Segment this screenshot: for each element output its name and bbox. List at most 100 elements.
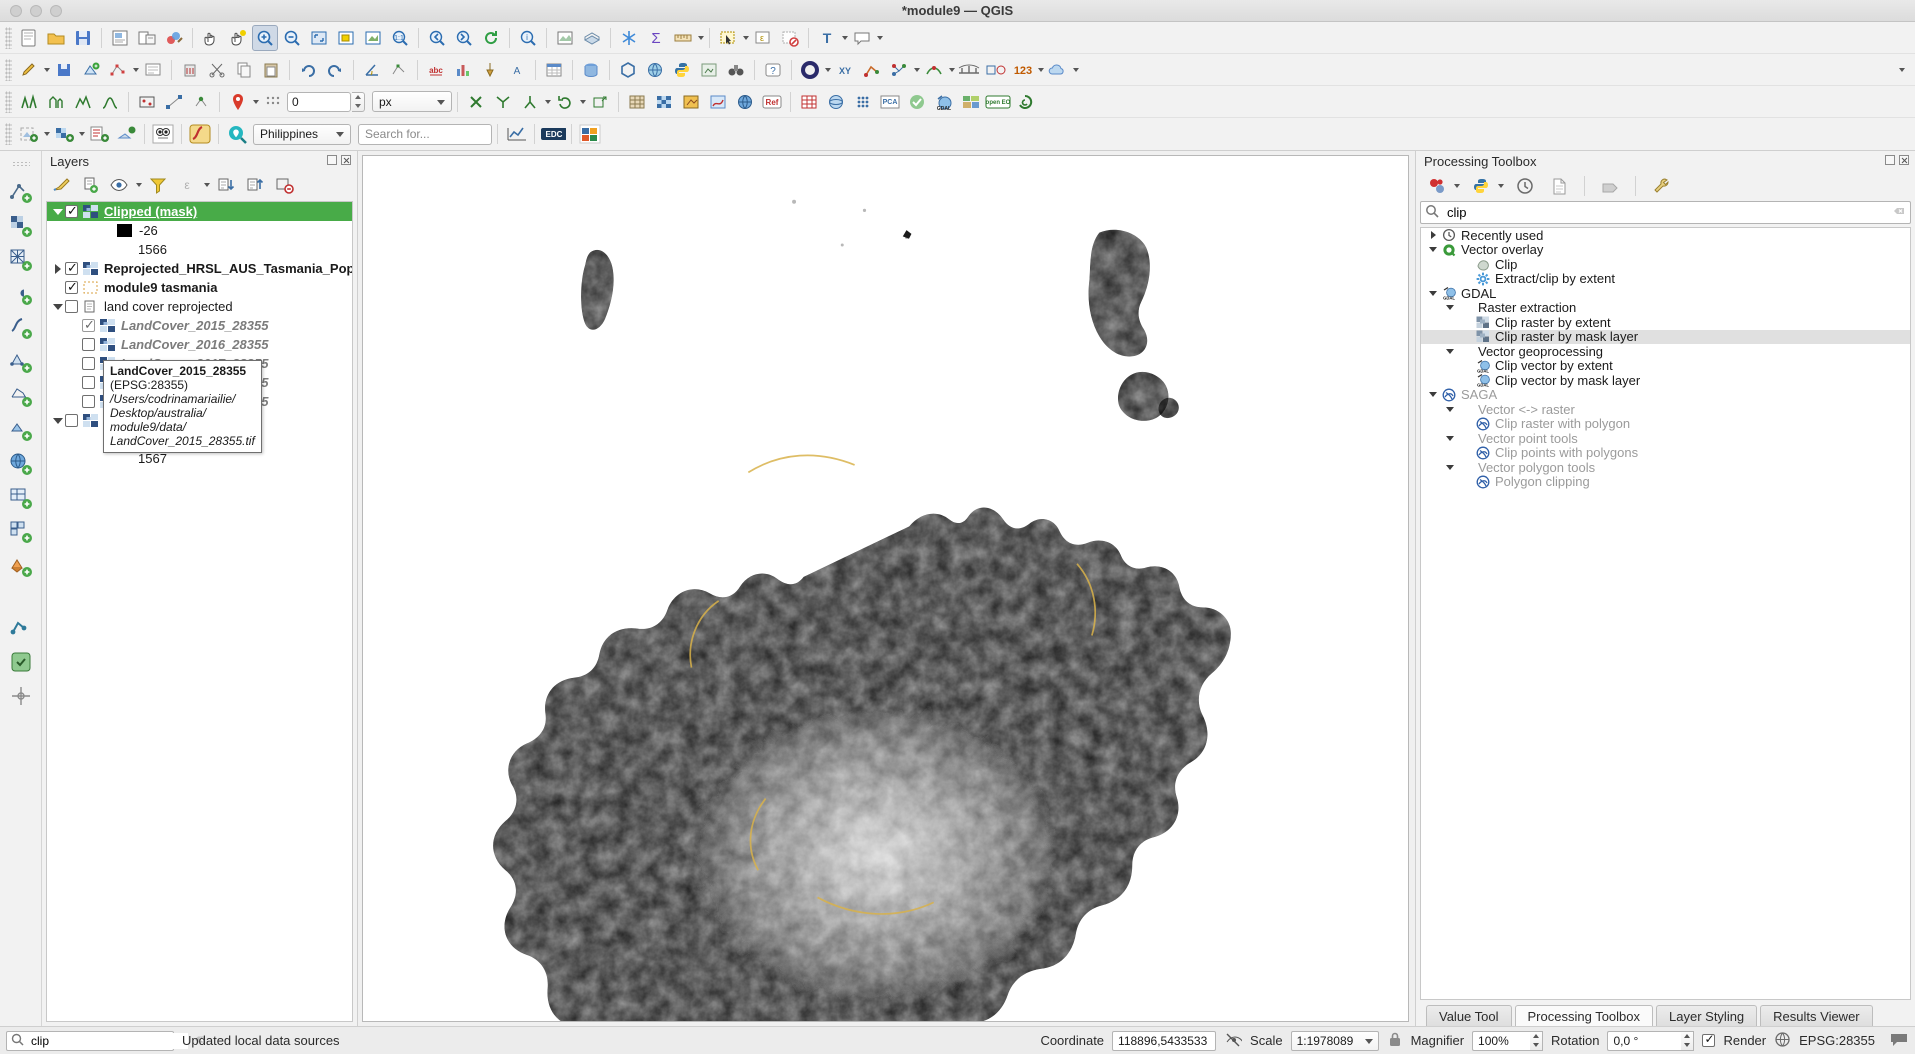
new-geopackage-layer-icon[interactable]	[7, 212, 35, 240]
models-icon[interactable]	[1424, 173, 1450, 199]
label-abc-icon[interactable]: abc	[423, 57, 449, 83]
toolbar-grip[interactable]	[5, 123, 12, 145]
help-icon[interactable]: ?	[760, 57, 786, 83]
collapse-expander-icon[interactable]	[1442, 406, 1458, 412]
undo-icon[interactable]	[295, 57, 321, 83]
layer-visibility-checkbox[interactable]	[65, 260, 78, 276]
layer-visibility-checkbox[interactable]	[82, 376, 95, 389]
chevron-down-icon[interactable]	[842, 35, 848, 40]
bottom-tab-layer-styling[interactable]: Layer Styling	[1656, 1005, 1758, 1026]
python-console-icon[interactable]	[669, 57, 695, 83]
chevron-down-icon[interactable]	[253, 99, 259, 104]
chevron-down-icon[interactable]	[580, 99, 586, 104]
bottom-tab-results-viewer[interactable]: Results Viewer	[1760, 1005, 1873, 1026]
close-panel-button[interactable]	[341, 155, 351, 165]
offset-curve-icon[interactable]	[921, 57, 947, 83]
layer-visibility-checkbox[interactable]	[65, 300, 78, 313]
chevron-down-icon[interactable]	[949, 67, 955, 72]
algorithm-group[interactable]: Vector polygon tools	[1421, 460, 1910, 475]
split-icon[interactable]	[517, 89, 543, 115]
new-print-layout-icon[interactable]	[107, 25, 133, 51]
status-search-input[interactable]	[29, 1032, 188, 1049]
paste-features-icon[interactable]	[258, 57, 284, 83]
dot-grid-icon[interactable]	[850, 89, 876, 115]
clear-icon[interactable]	[1892, 204, 1906, 221]
bridge-icon[interactable]	[956, 57, 982, 83]
table-icon[interactable]	[796, 89, 822, 115]
algorithm-item[interactable]: Polygon clipping	[1421, 474, 1910, 489]
ruler-curve-icon[interactable]	[187, 121, 213, 147]
undock-panel-button[interactable]	[327, 155, 337, 165]
undock-panel-button[interactable]	[1885, 155, 1895, 165]
algorithm-item[interactable]: GDAL Clip vector by extent	[1421, 358, 1910, 373]
chevron-down-icon[interactable]	[133, 67, 139, 72]
checkerboard-icon[interactable]	[651, 89, 677, 115]
add-vector-tile-layer-icon[interactable]	[7, 518, 35, 546]
chevron-down-icon[interactable]	[44, 67, 50, 72]
algorithm-group[interactable]: Raster extraction	[1421, 300, 1910, 315]
interpolation-icon[interactable]	[134, 89, 160, 115]
identify-features-icon[interactable]: i	[515, 25, 541, 51]
collapse-expander-icon[interactable]	[51, 303, 65, 310]
refresh-icon[interactable]	[478, 25, 504, 51]
color-blocks-icon[interactable]	[577, 121, 603, 147]
add-vector-layer-icon[interactable]	[16, 121, 42, 147]
scale-value[interactable]: 1:1978089	[1290, 1030, 1379, 1051]
globe-network-icon[interactable]	[642, 57, 668, 83]
layer-visibility-checkbox[interactable]	[65, 414, 78, 427]
semi-auto-icon[interactable]	[904, 89, 930, 115]
units-select[interactable]: px	[372, 91, 452, 112]
merge-icon[interactable]	[490, 89, 516, 115]
node-add-icon[interactable]	[386, 57, 412, 83]
layer-tree-row[interactable]: LandCover_2015_28355	[47, 316, 352, 335]
close-panel-button[interactable]	[1899, 155, 1909, 165]
algorithm-item[interactable]: Clip raster by mask layer	[1421, 329, 1910, 344]
zoom-in-icon[interactable]	[252, 24, 278, 51]
algorithm-group[interactable]: Vector point tools	[1421, 431, 1910, 446]
save-layer-edits-icon[interactable]	[51, 57, 77, 83]
chevron-down-icon[interactable]	[877, 35, 883, 40]
scale-icon[interactable]	[587, 89, 613, 115]
add-wcs-layer-icon[interactable]	[7, 450, 35, 478]
options-wrench-icon[interactable]	[1648, 173, 1674, 199]
offset-stepper[interactable]	[352, 91, 365, 112]
color-picker-icon[interactable]	[678, 89, 704, 115]
zoom-out-icon[interactable]	[279, 25, 305, 51]
open-layer-styling-icon[interactable]	[48, 172, 74, 198]
search-for-input[interactable]: Search for...	[358, 123, 492, 145]
chevron-down-icon[interactable]	[914, 67, 920, 72]
filter-legend-icon[interactable]	[145, 172, 171, 198]
algorithm-group[interactable]: SAGA	[1421, 387, 1910, 402]
dot-pattern-icon[interactable]	[260, 89, 286, 115]
modify-attributes-icon[interactable]	[140, 57, 166, 83]
algorithm-group[interactable]: Vector overlay	[1421, 242, 1910, 257]
rotation-stepper[interactable]	[1681, 1030, 1695, 1051]
new-mesh-layer-icon[interactable]	[7, 382, 35, 410]
layer-visibility-checkbox[interactable]	[82, 357, 95, 370]
globe-icon[interactable]	[732, 89, 758, 115]
plugin-puzzle-icon[interactable]	[7, 614, 35, 642]
curve-icon[interactable]	[97, 89, 123, 115]
new-spatialite-layer-icon[interactable]	[7, 246, 35, 274]
layer-visibility-checkbox[interactable]	[82, 338, 95, 351]
offset-value-input[interactable]: 0	[287, 91, 351, 112]
bottom-tab-processing-toolbox[interactable]: Processing Toolbox	[1514, 1005, 1654, 1026]
remove-layer-icon[interactable]	[271, 172, 297, 198]
layer-tree-row[interactable]: 1566	[47, 240, 352, 259]
render-checkbox[interactable]	[1702, 1032, 1716, 1047]
chevron-down-icon[interactable]	[136, 183, 142, 187]
chevron-down-icon[interactable]	[44, 132, 50, 136]
edc-icon[interactable]: EDC	[540, 121, 566, 147]
algorithm-item[interactable]: Clip	[1421, 257, 1910, 272]
map-marker-icon[interactable]	[797, 57, 823, 83]
edit-pencil-icon[interactable]	[16, 57, 42, 83]
layer-visibility-checkbox[interactable]	[82, 395, 95, 408]
collapse-expander-icon[interactable]	[51, 208, 65, 215]
algorithm-item[interactable]: Clip points with polygons	[1421, 445, 1910, 460]
collapse-expander-icon[interactable]	[1442, 305, 1458, 311]
processing-icon[interactable]	[7, 648, 35, 676]
zoom-selection-icon[interactable]	[333, 25, 359, 51]
new-shapefile-layer-icon[interactable]	[7, 178, 35, 206]
node-link-icon[interactable]	[188, 89, 214, 115]
toggle-extents-icon[interactable]	[1224, 1030, 1244, 1051]
